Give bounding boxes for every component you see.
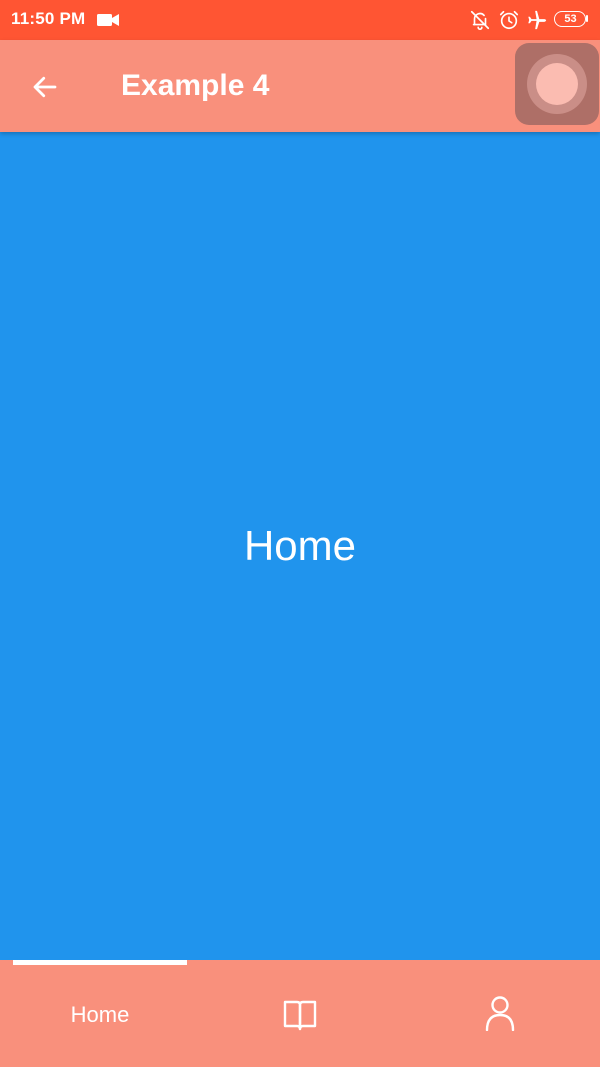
tab-book[interactable] <box>200 960 400 1067</box>
main-content: Home <box>0 132 600 960</box>
tab-selected-indicator <box>13 960 187 965</box>
airplane-icon <box>526 9 548 31</box>
page-title: Example 4 <box>121 69 270 102</box>
floating-overlay-button[interactable] <box>515 43 599 125</box>
status-bar: 11:50 PM 53 <box>0 0 600 40</box>
overlay-core <box>536 63 578 105</box>
book-open-icon <box>282 997 318 1033</box>
app-bar: Example 4 <box>0 40 600 132</box>
back-button[interactable] <box>16 58 72 114</box>
notifications-off-icon <box>469 9 491 31</box>
arrow-back-icon <box>33 76 57 98</box>
bottom-navigation: Home <box>0 960 600 1067</box>
status-time: 11:50 PM <box>11 9 86 28</box>
alarm-icon <box>498 9 520 31</box>
battery-icon: 53 <box>554 11 588 27</box>
tab-profile[interactable] <box>400 960 600 1067</box>
battery-level: 53 <box>564 13 577 25</box>
tab-home[interactable]: Home <box>0 960 200 1067</box>
tab-home-label: Home <box>70 1002 130 1027</box>
video-camera-icon <box>96 10 120 30</box>
person-icon <box>482 995 518 1031</box>
main-label: Home <box>243 522 357 569</box>
